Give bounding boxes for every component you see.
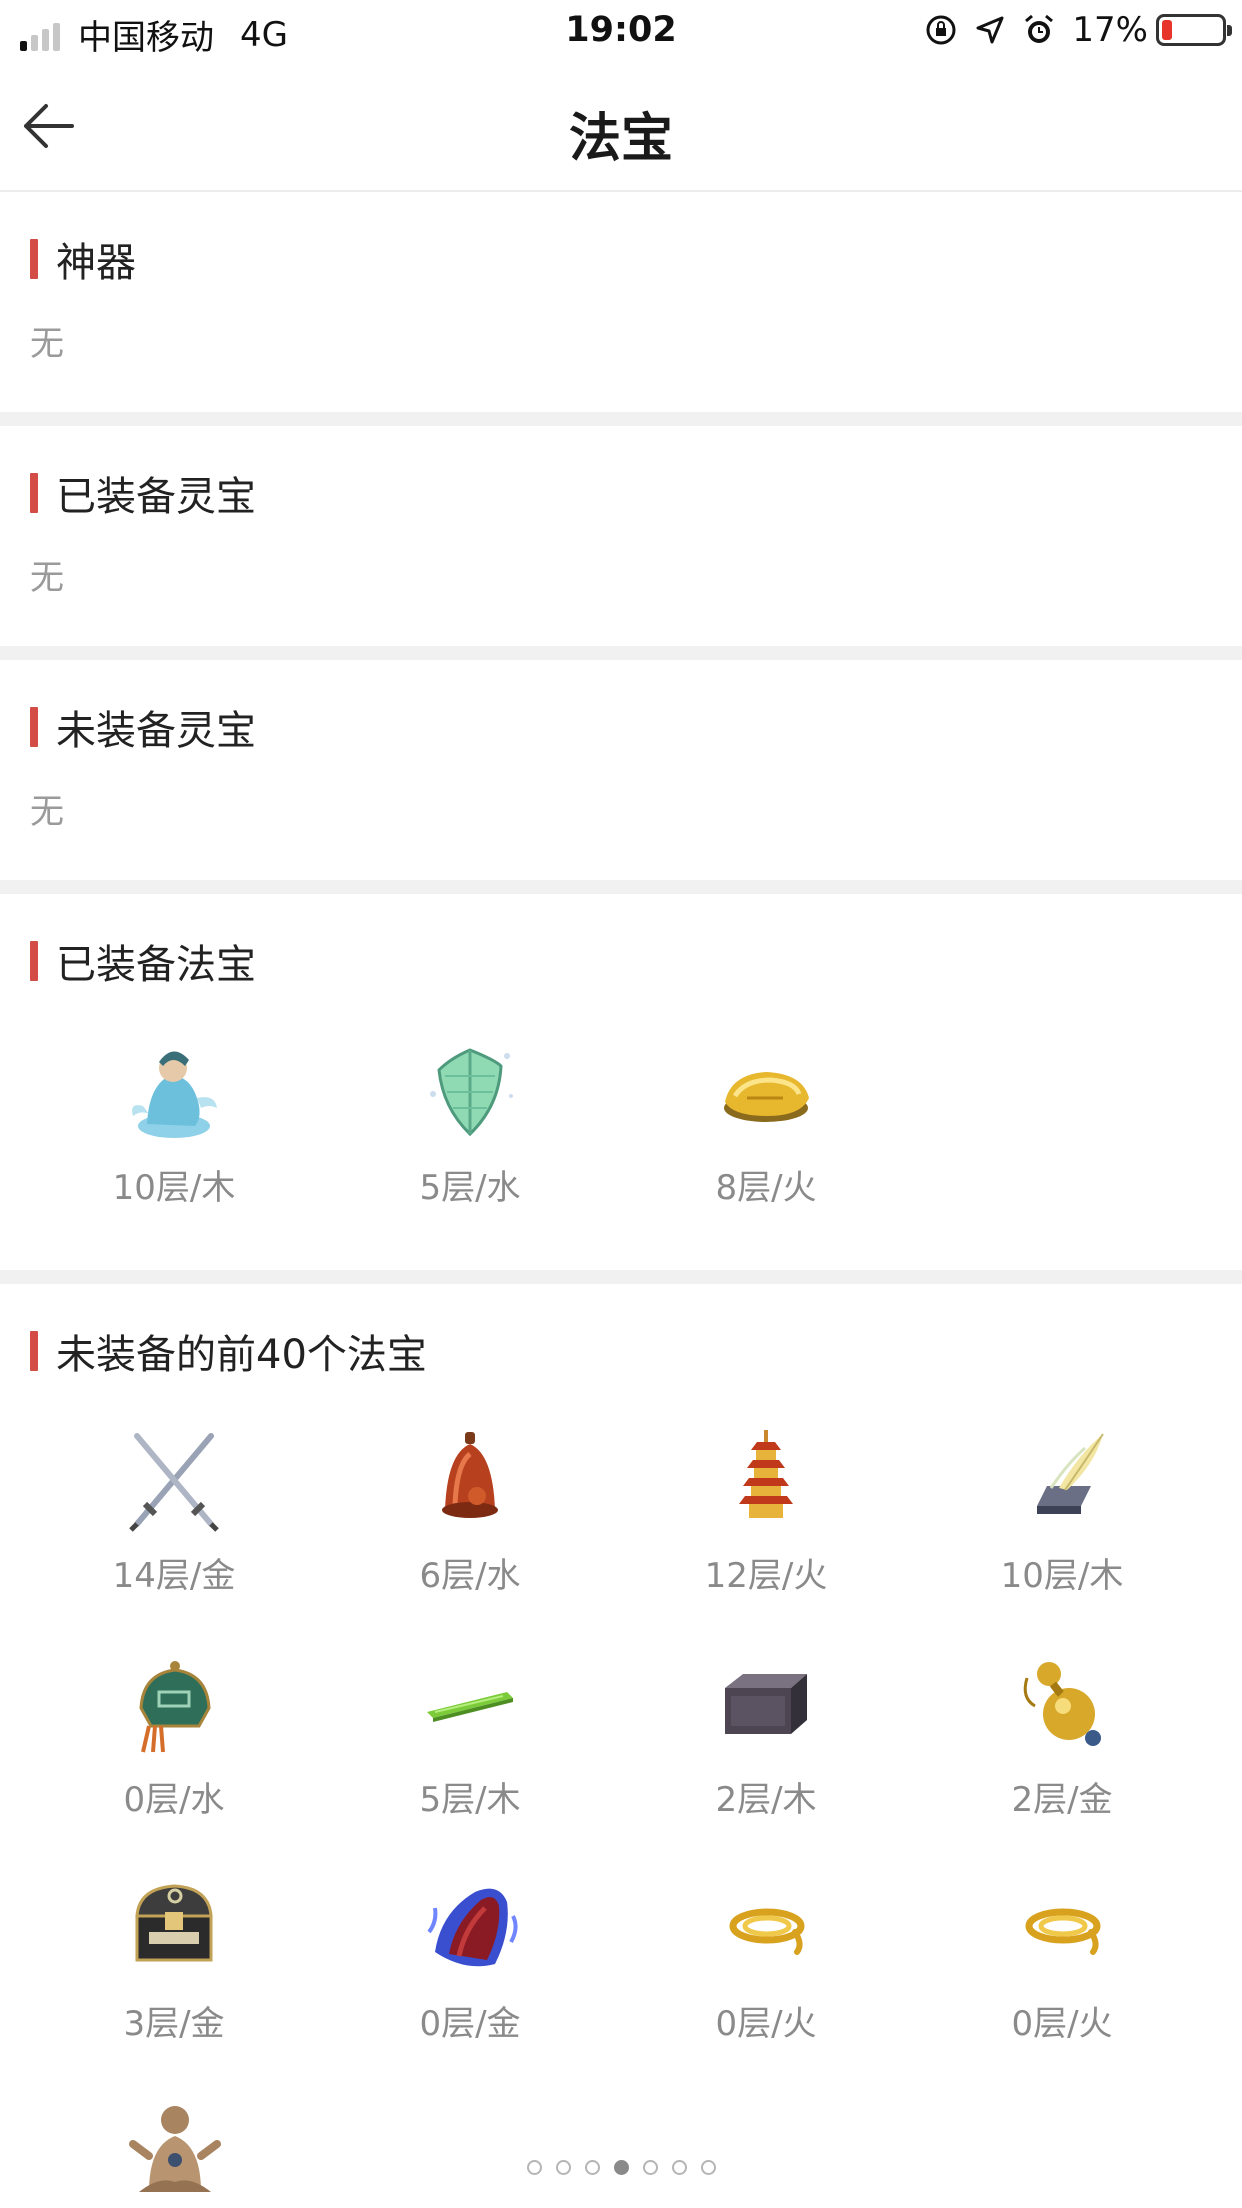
fabao-item[interactable]: 8层/火 xyxy=(618,1036,914,1209)
item-label: 6层/水 xyxy=(419,1556,521,1596)
section-title: 神器 xyxy=(30,230,136,288)
page-dot[interactable] xyxy=(671,2160,687,2175)
location-icon xyxy=(974,14,1006,46)
item-label: 0层/火 xyxy=(1011,2004,1113,2044)
fabao-item[interactable] xyxy=(26,2096,322,2208)
item-label: 8层/火 xyxy=(715,1168,817,1208)
item-label: 5层/水 xyxy=(419,1168,521,1208)
page-title: 法宝 xyxy=(568,109,673,169)
golden-rope-icon xyxy=(1025,1908,1101,1955)
section-title: 已装备灵宝 xyxy=(30,464,256,522)
fabao-item[interactable]: 12层/火 xyxy=(618,1424,914,1597)
status-bar: 中国移动 4G 19:02 17% xyxy=(0,0,1242,62)
pagoda-icon xyxy=(739,1430,793,1518)
item-label: 10层/木 xyxy=(112,1168,236,1208)
section-equipped-lingbao: 已装备灵宝 无 xyxy=(0,426,1242,646)
gourd-icon xyxy=(1023,1662,1101,1746)
crossed-swords-icon xyxy=(129,1433,219,1532)
fabao-item[interactable]: 2层/金 xyxy=(914,1648,1210,1821)
battery-percent: 17% xyxy=(1072,10,1148,50)
item-label: 5层/木 xyxy=(419,1780,521,1820)
dark-chest-icon xyxy=(725,1674,807,1734)
section-title: 未装备灵宝 xyxy=(30,698,256,756)
section-title-text: 未装备的前40个法宝 xyxy=(56,1332,427,1378)
section-divider xyxy=(0,1270,1242,1284)
title-accent-bar xyxy=(30,941,38,981)
section-divider xyxy=(0,880,1242,894)
jade-pendant-icon xyxy=(139,1661,211,1753)
fabao-item[interactable]: 0层/火 xyxy=(914,1872,1210,2045)
item-label: 2层/木 xyxy=(715,1780,817,1820)
empty-text: 无 xyxy=(30,792,64,832)
nav-bar: 法宝 xyxy=(0,62,1242,192)
golden-rope-icon xyxy=(729,1908,805,1955)
item-label: 12层/火 xyxy=(704,1556,828,1596)
green-bar-icon xyxy=(427,1692,513,1722)
fabao-item[interactable]: 2层/木 xyxy=(618,1648,914,1821)
gold-ingot-icon xyxy=(724,1072,809,1122)
item-label: 3层/金 xyxy=(123,2004,225,2044)
section-shenqi: 神器 无 xyxy=(0,192,1242,412)
jade-spirit-figure-icon xyxy=(132,1051,217,1138)
title-accent-bar xyxy=(30,1331,38,1371)
title-accent-bar xyxy=(30,473,38,513)
alarm-icon xyxy=(1022,13,1056,47)
page-dot[interactable] xyxy=(642,2160,658,2175)
page-indicator[interactable] xyxy=(0,2160,1242,2175)
page-dot[interactable] xyxy=(613,2160,629,2175)
fabao-item[interactable]: 10层/木 xyxy=(26,1036,322,1209)
fabao-item[interactable]: 3层/金 xyxy=(26,1872,322,2045)
item-label: 10层/木 xyxy=(1000,1556,1124,1596)
empty-text: 无 xyxy=(30,324,64,364)
item-label: 0层/金 xyxy=(419,2004,521,2044)
section-title-text: 未装备灵宝 xyxy=(56,708,256,754)
section-divider xyxy=(0,646,1242,660)
section-title-text: 神器 xyxy=(56,240,136,286)
section-title: 未装备的前40个法宝 xyxy=(30,1322,427,1380)
fabao-item[interactable]: 0层/水 xyxy=(26,1648,322,1821)
fabao-item[interactable]: 0层/火 xyxy=(618,1872,914,2045)
fabao-item[interactable]: 5层/水 xyxy=(322,1036,618,1209)
section-title: 已装备法宝 xyxy=(30,932,256,990)
fabao-item[interactable]: 5层/木 xyxy=(322,1648,618,1821)
section-unequipped-fabao: 未装备的前40个法宝 14层/金 6层/水 12层/火 10层/木 0层/水 5… xyxy=(0,1284,1242,2208)
fabao-item[interactable]: 14层/金 xyxy=(26,1424,322,1597)
page-dot[interactable] xyxy=(526,2160,542,2175)
sitting-figure-icon xyxy=(129,2106,221,2192)
item-label: 0层/水 xyxy=(123,1780,225,1820)
section-divider xyxy=(0,412,1242,426)
flame-cloth-icon xyxy=(427,1888,518,1967)
page-dot[interactable] xyxy=(555,2160,571,2175)
section-title-text: 已装备灵宝 xyxy=(56,474,256,520)
item-label: 2层/金 xyxy=(1011,1780,1113,1820)
status-right: 17% xyxy=(924,10,1232,50)
empty-text: 无 xyxy=(30,558,64,598)
rotation-lock-icon xyxy=(924,13,958,47)
feather-box-icon xyxy=(1037,1433,1104,1514)
fabao-item[interactable]: 10层/木 xyxy=(914,1424,1210,1597)
page-dot[interactable] xyxy=(700,2160,716,2175)
item-label: 0层/火 xyxy=(715,2004,817,2044)
title-accent-bar xyxy=(30,707,38,747)
battery-icon xyxy=(1156,14,1232,46)
treasure-chest-icon xyxy=(135,1884,213,1962)
item-label: 14层/金 xyxy=(112,1556,236,1596)
jade-shield-icon xyxy=(430,1048,513,1137)
section-equipped-fabao: 已装备法宝 10层/木 5层/水 8层/火 xyxy=(0,894,1242,1270)
fabao-item[interactable]: 6层/水 xyxy=(322,1424,618,1597)
section-title-text: 已装备法宝 xyxy=(56,942,256,988)
section-unequipped-lingbao: 未装备灵宝 无 xyxy=(0,660,1242,880)
page-dot[interactable] xyxy=(584,2160,600,2175)
fabao-item[interactable]: 0层/金 xyxy=(322,1872,618,2045)
bell-icon xyxy=(442,1432,498,1518)
title-accent-bar xyxy=(30,239,38,279)
